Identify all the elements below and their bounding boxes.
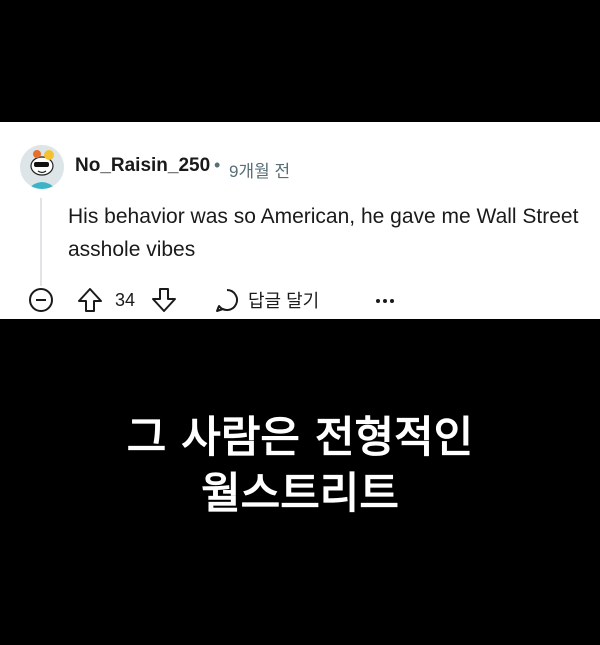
reply-label: 답글 달기 bbox=[248, 291, 320, 311]
upvote-arrow-icon bbox=[78, 288, 102, 312]
avatar[interactable] bbox=[20, 145, 64, 189]
comment-author[interactable]: No_Raisin_250 bbox=[75, 155, 210, 177]
more-options-button[interactable] bbox=[372, 286, 398, 314]
speech-bubble-icon bbox=[216, 289, 238, 312]
downvote-button[interactable] bbox=[150, 286, 178, 314]
subtitle-caption: 그 사람은 전형적인 월스트리트 bbox=[0, 410, 600, 522]
meta-separator: • bbox=[214, 155, 221, 175]
downvote-arrow-icon bbox=[152, 288, 176, 312]
vote-score: 34 bbox=[115, 290, 136, 310]
comment-action-bar: 34 답글 달기 bbox=[0, 282, 600, 318]
more-options-icon bbox=[376, 299, 394, 303]
subtitle-line-1: 그 사람은 전형적인 bbox=[126, 413, 474, 463]
comment-timestamp: 9개월 전 bbox=[229, 162, 291, 181]
video-frame: No_Raisin_250 • 9개월 전 His behavior was s… bbox=[0, 0, 600, 645]
subtitle-line-2: 월스트리트 bbox=[201, 469, 399, 519]
comment-card: No_Raisin_250 • 9개월 전 His behavior was s… bbox=[0, 122, 600, 319]
reply-button[interactable]: 답글 달기 bbox=[214, 286, 319, 314]
upvote-button[interactable] bbox=[76, 286, 104, 314]
collapse-button[interactable] bbox=[27, 286, 55, 314]
comment-body: His behavior was so American, he gave me… bbox=[68, 205, 579, 261]
avatar-snoo-icon bbox=[20, 145, 64, 189]
thread-line[interactable] bbox=[40, 198, 42, 286]
collapse-minus-icon bbox=[29, 288, 53, 312]
